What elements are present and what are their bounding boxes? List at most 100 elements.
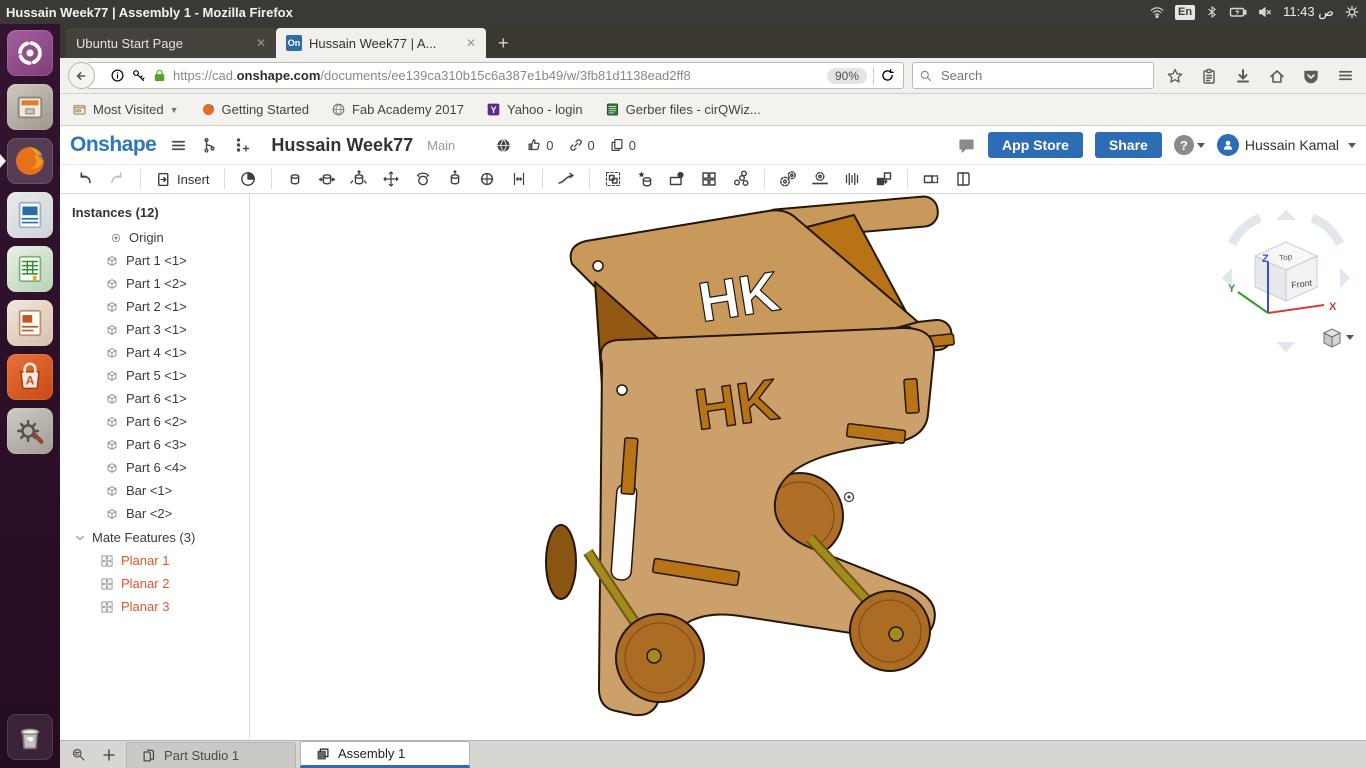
downloads-icon[interactable] [1230,67,1256,85]
documents-menu-icon[interactable] [170,137,187,154]
viewcube-arrow-up[interactable] [1276,210,1296,220]
bluetooth-icon[interactable] [1205,5,1219,19]
workspace-name[interactable]: Main [427,138,455,153]
launcher-item-libreoffice-impress[interactable] [7,300,53,346]
instance-row[interactable]: Part 6 <3> [60,433,249,456]
tangent-mate-icon[interactable] [553,167,579,191]
section-view-icon[interactable] [918,167,944,191]
keyboard-layout-indicator[interactable]: En [1175,4,1196,20]
screw-relation-icon[interactable] [839,167,865,191]
user-menu[interactable]: Hussain Kamal [1216,134,1356,156]
like-count[interactable]: 0 [526,137,554,153]
bookmark-star-icon[interactable] [1162,67,1188,85]
mate-feature-row[interactable]: Planar 2 [60,572,249,595]
zoom-level-badge[interactable]: 90% [826,67,867,84]
mate-feature-row[interactable]: Planar 1 [60,549,249,572]
revolute-mate-icon[interactable] [314,167,340,191]
comments-icon[interactable] [957,136,976,155]
mate-icon[interactable] [235,167,261,191]
bookmark-most-visited[interactable]: Most Visited ▼ [72,102,179,117]
viewcube-arrow-down[interactable] [1276,342,1296,352]
session-menu-icon[interactable] [1344,4,1360,20]
bookmark-gerber[interactable]: Gerber files - cirQWiz... [605,102,761,117]
app-store-button[interactable]: App Store [988,132,1083,158]
ball-mate-icon[interactable] [410,167,436,191]
group-icon[interactable] [600,167,626,191]
replicate-icon[interactable] [871,167,897,191]
battery-icon[interactable] [1229,3,1247,21]
exploded-view-icon[interactable] [728,167,754,191]
edit-in-context-icon[interactable] [664,167,690,191]
bookmark-yahoo[interactable]: Y Yahoo - login [486,102,583,117]
pin-slot-mate-icon[interactable] [474,167,500,191]
browser-tab-ubuntu-start[interactable]: Ubuntu Start Page ✕ [66,28,276,58]
volume-muted-icon[interactable] [1257,4,1273,20]
view-options-caret[interactable] [1346,335,1354,340]
insert-button[interactable]: Insert [151,171,214,188]
instance-row[interactable]: Bar <2> [60,502,249,525]
new-tab-button[interactable]: + [486,28,521,58]
mate-feature-row[interactable]: Planar 3 [60,595,249,618]
instance-row[interactable]: Part 2 <1> [60,295,249,318]
onshape-logo[interactable]: Onshape [70,133,157,157]
fastened-mate-icon[interactable] [282,167,308,191]
public-globe-icon[interactable] [495,137,512,154]
undo-icon[interactable] [72,167,98,191]
instance-row[interactable]: Part 6 <2> [60,410,249,433]
search-input[interactable] [939,67,1147,84]
instance-row[interactable]: Bar <1> [60,479,249,502]
share-button[interactable]: Share [1094,132,1162,158]
pocket-icon[interactable] [1298,67,1324,85]
launcher-item-ubuntu-software[interactable]: A [7,354,53,400]
search-box[interactable] [912,62,1154,89]
launcher-item-libreoffice-calc[interactable] [7,246,53,292]
redo-icon[interactable] [104,167,130,191]
document-title[interactable]: Hussain Week77 [271,135,413,156]
viewcube-rotate-cw[interactable] [1310,213,1345,247]
tab-close-icon[interactable]: ✕ [256,36,266,50]
view-cube[interactable]: Top Front Z Y X [1216,206,1356,356]
launcher-item-trash[interactable] [7,714,53,760]
bookmarks-menu-icon[interactable] [1196,67,1222,85]
instance-row[interactable]: Part 3 <1> [60,318,249,341]
instance-row[interactable]: Part 6 <4> [60,456,249,479]
wifi-icon[interactable] [1149,4,1165,20]
create-version-icon[interactable] [233,136,251,154]
instance-row[interactable]: Part 6 <1> [60,387,249,410]
slider-mate-icon[interactable] [346,167,372,191]
viewcube-arrow-right[interactable] [1340,268,1350,288]
hamburger-menu-icon[interactable] [1332,67,1358,84]
browser-tab-onshape[interactable]: On Hussain Week77 | A... ✕ [276,28,486,58]
url-bar[interactable]: https://cad.onshape.com/documents/ee139c… [87,62,904,89]
viewcube-rotate-ccw[interactable] [1227,213,1262,247]
rack-pinion-relation-icon[interactable] [807,167,833,191]
cylindrical-mate-icon[interactable] [442,167,468,191]
versions-icon[interactable] [201,136,219,154]
3d-model-cart[interactable]: HK HK [250,194,1366,740]
instance-row[interactable]: Part 5 <1> [60,364,249,387]
tab-part-studio[interactable]: Part Studio 1 [126,742,296,768]
help-menu[interactable]: ? [1173,135,1205,155]
tab-assembly[interactable]: Assembly 1 [300,741,470,768]
tab-close-icon[interactable]: ✕ [466,36,476,50]
launcher-item-file-manager[interactable] [7,84,53,130]
bookmark-getting-started[interactable]: Getting Started [201,102,309,117]
saved-login-icon[interactable] [131,68,146,83]
link-count[interactable]: 0 [568,137,595,153]
instance-row[interactable]: Part 1 <1> [60,249,249,272]
named-views-icon[interactable] [950,167,976,191]
fork-count[interactable]: 0 [609,137,636,153]
back-button[interactable] [68,62,95,89]
make-part-icon[interactable] [632,167,658,191]
reload-icon[interactable] [880,68,895,83]
parallel-mate-icon[interactable] [506,167,532,191]
planar-mate-icon[interactable] [378,167,404,191]
instance-row[interactable]: Part 1 <2> [60,272,249,295]
home-icon[interactable] [1264,67,1290,85]
view-options-cube-icon[interactable] [1322,328,1342,348]
add-tab-icon[interactable] [96,742,122,768]
launcher-item-firefox[interactable] [0,138,53,184]
tab-manager-icon[interactable] [66,742,92,768]
launcher-item-libreoffice-writer[interactable] [7,192,53,238]
instances-header[interactable]: Instances (12) [60,202,249,226]
